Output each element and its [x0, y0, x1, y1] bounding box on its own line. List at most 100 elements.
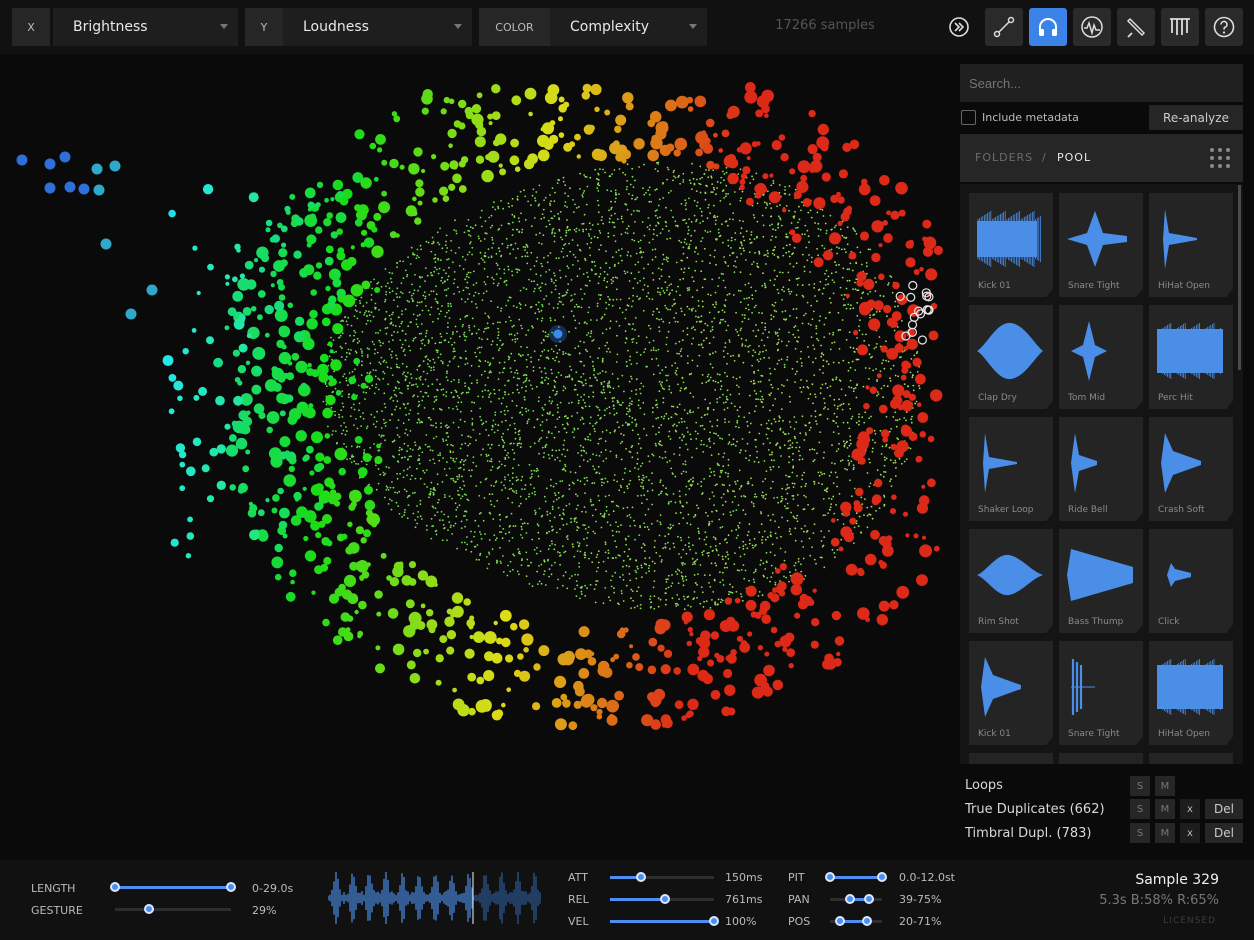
release-label: REL: [568, 893, 589, 906]
sample-tile[interactable]: Bass Thump: [1059, 529, 1143, 633]
timbral-duplicates-delete-button[interactable]: Del: [1205, 823, 1243, 843]
pencil-button[interactable]: [1117, 8, 1155, 46]
color-axis-select[interactable]: Complexity: [550, 8, 707, 46]
waveform-thumbnail-icon: [1163, 209, 1197, 269]
grid-view-icon[interactable]: [1208, 146, 1232, 170]
sample-tile[interactable]: [1059, 753, 1143, 764]
loops-solo-button[interactable]: S: [1130, 776, 1150, 796]
sample-tile[interactable]: Shaker Loop: [969, 417, 1053, 521]
waveform-thumbnail-icon: [977, 211, 1041, 267]
pitch-min-handle[interactable]: [825, 872, 835, 882]
waveform-circle-button[interactable]: [1073, 8, 1111, 46]
breadcrumb-folders[interactable]: FOLDERS: [975, 151, 1033, 164]
timbral-duplicates-mute-button[interactable]: M: [1155, 823, 1175, 843]
position-label: POS: [788, 915, 811, 928]
sample-tile-label: Bass Thump: [1068, 617, 1124, 627]
pitch-value: 0.0-12.0st: [899, 871, 955, 884]
sample-tile-label: Ride Bell: [1068, 505, 1108, 515]
sample-tile[interactable]: Snare Tight: [1059, 193, 1143, 297]
position-max-handle[interactable]: [861, 916, 872, 926]
breadcrumb-pool[interactable]: POOL: [1057, 151, 1091, 164]
timbral-duplicates-clear-button[interactable]: x: [1180, 823, 1200, 843]
skip-forward-button[interactable]: [940, 8, 978, 46]
sample-tile[interactable]: Crash Soft: [1149, 417, 1233, 521]
headphones-button[interactable]: [1029, 8, 1067, 46]
loops-label: Loops: [965, 778, 1003, 793]
sample-tile[interactable]: Rim Shot: [969, 529, 1053, 633]
gesture-label: GESTURE: [31, 904, 83, 917]
pipes-button[interactable]: [1161, 8, 1199, 46]
y-axis-select[interactable]: Loudness: [283, 8, 472, 46]
true-duplicates-solo-button[interactable]: S: [1130, 799, 1150, 819]
sample-tile-label: Kick 01: [978, 729, 1011, 739]
reanalyze-button[interactable]: Re-analyze: [1149, 105, 1243, 130]
sample-tile-label: HiHat Open: [1158, 729, 1210, 739]
search-input[interactable]: [960, 64, 1243, 102]
sample-tile-label: Shaker Loop: [978, 505, 1034, 515]
skip-forward-icon: [949, 17, 969, 37]
sample-tile-label: Clap Dry: [978, 393, 1017, 403]
velocity-fill: [610, 920, 714, 923]
release-fill: [610, 898, 666, 901]
sample-tile[interactable]: Kick 01: [969, 641, 1053, 745]
gesture-slider[interactable]: [115, 908, 231, 911]
sample-tile-label: Rim Shot: [978, 617, 1019, 627]
scatter-points: [16, 82, 944, 731]
waveform-thumbnail-icon: [977, 322, 1043, 380]
waveform-circle-icon: [1081, 16, 1103, 38]
sample-tile[interactable]: Click: [1149, 529, 1233, 633]
help-button[interactable]: [1205, 8, 1243, 46]
sample-tile-label: Click: [1158, 617, 1180, 627]
sample-tile[interactable]: Ride Bell: [1059, 417, 1143, 521]
attack-value: 150ms: [725, 871, 763, 884]
sample-tile[interactable]: HiHat Open: [1149, 193, 1233, 297]
help-icon: [1213, 16, 1235, 38]
loops-mute-button[interactable]: M: [1155, 776, 1175, 796]
length-min-handle[interactable]: [110, 882, 120, 892]
waveform-thumbnail-icon: [1071, 433, 1097, 493]
waveform-thumbnail-icon: [1067, 549, 1133, 601]
pencil-icon: [1126, 17, 1146, 38]
x-axis-select[interactable]: Brightness: [53, 8, 238, 46]
sample-tile-label: Kick 01: [978, 281, 1011, 291]
sample-tile[interactable]: [1149, 753, 1233, 764]
sample-tile[interactable]: HiHat Open: [1149, 641, 1233, 745]
pan-max-handle[interactable]: [864, 894, 874, 904]
timbral-duplicates-solo-button[interactable]: S: [1130, 823, 1150, 843]
tiles-scrollbar[interactable]: [1238, 185, 1241, 370]
position-value: 20-71%: [899, 915, 942, 928]
sample-tile-label: Perc Hit: [1158, 393, 1193, 403]
sample-scatter-map[interactable]: [0, 56, 950, 856]
line-connect-button[interactable]: [985, 8, 1023, 46]
sample-tile[interactable]: Kick 01: [969, 193, 1053, 297]
true-duplicates-clear-button[interactable]: x: [1180, 799, 1200, 819]
true-duplicates-mute-button[interactable]: M: [1155, 799, 1175, 819]
length-max-handle[interactable]: [226, 882, 236, 892]
length-range-fill: [115, 886, 231, 889]
x-axis-tag: X: [12, 8, 50, 46]
sample-tile-label: Crash Soft: [1158, 505, 1205, 515]
sample-tile[interactable]: Clap Dry: [969, 305, 1053, 409]
y-axis-value: Loudness: [303, 19, 369, 35]
sample-tile-label: Tom Mid: [1068, 393, 1106, 403]
sample-tile[interactable]: [969, 753, 1053, 764]
pitch-max-handle[interactable]: [877, 872, 887, 882]
sample-tile[interactable]: Perc Hit: [1149, 305, 1233, 409]
waveform-thumbnail-icon: [1071, 659, 1095, 715]
velocity-label: VEL: [568, 915, 589, 928]
sample-tile[interactable]: Tom Mid: [1059, 305, 1143, 409]
color-axis-value: Complexity: [570, 19, 650, 35]
waveform-thumbnail-icon: [1161, 433, 1201, 493]
sample-tile-label: Snare Tight: [1068, 281, 1120, 291]
sample-title: Sample 329: [1135, 872, 1219, 888]
include-metadata-checkbox[interactable]: [961, 110, 976, 125]
include-metadata-label: Include metadata: [982, 111, 1079, 124]
true-duplicates-delete-button[interactable]: Del: [1205, 799, 1243, 819]
sample-tile-grid: Kick 01 Snare Tight HiHat Open Clap Dry Tom …: [960, 184, 1243, 764]
gesture-handle[interactable]: [143, 904, 154, 914]
waveform-thumbnail-icon: [1167, 563, 1191, 587]
waveform-thumbnail-icon: [1067, 211, 1127, 267]
sample-waveform-preview[interactable]: [328, 872, 541, 924]
velocity-handle[interactable]: [709, 916, 719, 926]
sample-tile[interactable]: Snare Tight: [1059, 641, 1143, 745]
